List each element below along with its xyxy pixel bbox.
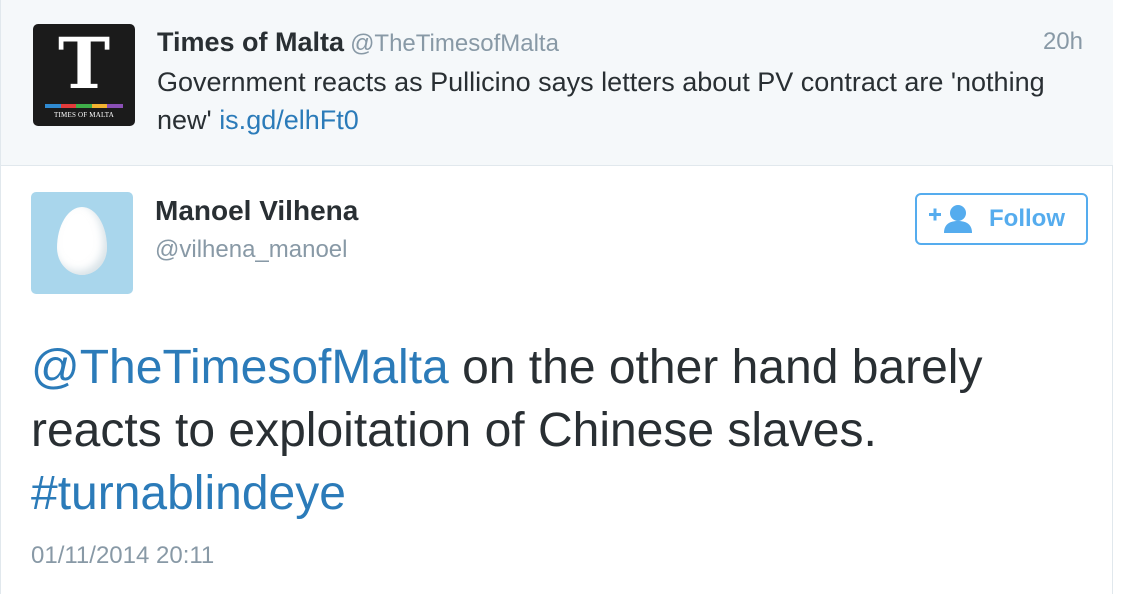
parent-header: Times of Malta @TheTimesofMalta — [157, 26, 559, 58]
tweet-date[interactable]: 01/11/2014 20:11 — [31, 540, 214, 572]
stripe-blue — [45, 104, 61, 108]
tweet-text: @TheTimesofMalta on the other hand barel… — [31, 336, 1091, 525]
add-user-icon — [929, 205, 972, 233]
mention-link[interactable]: @TheTimesofMalta — [31, 341, 449, 394]
parent-tweet-link[interactable]: is.gd/elhFt0 — [219, 105, 359, 135]
author-handle[interactable]: @vilhena_manoel — [155, 234, 347, 266]
avatar-color-stripes — [45, 104, 123, 108]
parent-author-name[interactable]: Times of Malta — [157, 27, 344, 57]
follow-button[interactable]: Follow — [915, 193, 1088, 245]
parent-author-handle[interactable]: @TheTimesofMalta — [350, 30, 559, 57]
tweet-frame: T TIMES OF MALTA Times of Malta @TheTimes… — [0, 0, 1113, 594]
stripe-yellow — [91, 104, 108, 108]
parent-tweet-text: Government reacts as Pullicino says lett… — [157, 63, 1087, 139]
follow-label: Follow — [989, 205, 1065, 232]
egg-icon — [57, 207, 107, 275]
author-name[interactable]: Manoel Vilhena — [155, 194, 358, 228]
stripe-green — [76, 104, 92, 108]
hashtag-link[interactable]: #turnablindeye — [31, 467, 346, 520]
parent-tweet[interactable]: T TIMES OF MALTA Times of Malta @TheTimes… — [1, 0, 1113, 166]
avatar-caption: TIMES OF MALTA — [54, 111, 114, 119]
avatar-letter: T — [57, 24, 111, 105]
stripe-purple — [107, 104, 123, 108]
stripe-red — [60, 104, 77, 108]
times-of-malta-avatar[interactable]: T TIMES OF MALTA — [33, 24, 135, 126]
parent-timestamp[interactable]: 20h — [1043, 26, 1083, 58]
default-avatar[interactable] — [31, 192, 133, 294]
